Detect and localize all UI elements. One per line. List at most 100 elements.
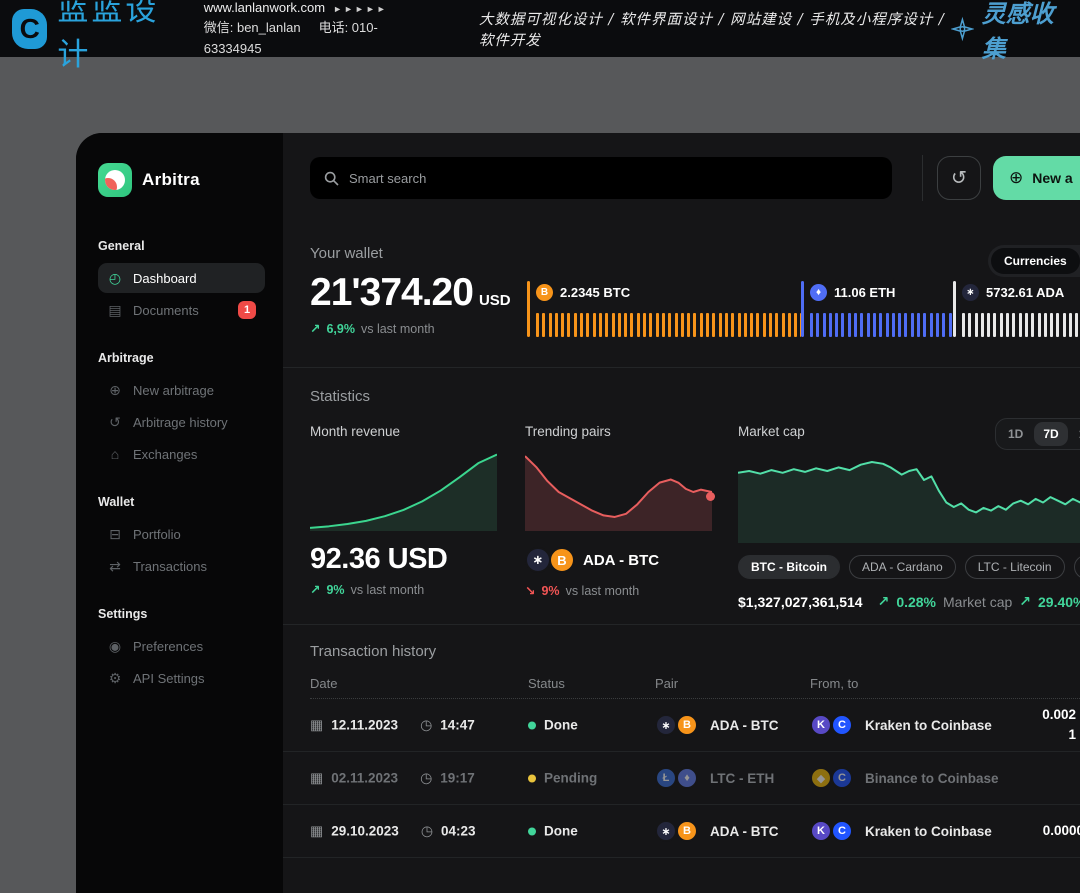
chip-ada[interactable]: ADA - Cardano (849, 555, 956, 579)
history-button[interactable]: ↺ (937, 156, 981, 200)
table-row[interactable]: ▦29.10.2023 ◷04:23 Done ∗BADA - BTC KCKr… (283, 805, 1080, 858)
tx-pair: ∗BADA - BTC (655, 820, 779, 842)
col-status: Status (528, 676, 565, 691)
nav-section: Arbitrage ⊕New arbitrage↺Arbitrage histor… (98, 351, 265, 469)
line-end-dot (706, 492, 715, 501)
coin-icon: C (831, 767, 853, 789)
trending-pairs-label: Trending pairs (525, 424, 712, 439)
sidebar-item-label: Preferences (133, 639, 203, 654)
clock-icon: ◷ (421, 823, 433, 840)
inspiration-collect[interactable]: 灵感收集 (951, 0, 1066, 64)
main-content: Smart search ↺ ⊕ New a Your wallet 21'37… (283, 133, 1080, 893)
sidebar-item-new-arbitrage[interactable]: ⊕New arbitrage (98, 375, 265, 405)
coin-icon: B (676, 820, 698, 842)
status-dot (528, 774, 536, 782)
table-header: Date Status Pair From, to (283, 676, 1080, 698)
toggle-icon: ◉ (107, 638, 123, 655)
new-arbitrage-button[interactable]: ⊕ New a (993, 156, 1080, 200)
statistics-section: Statistics Month revenue 92.36 USD ↗9%vs… (283, 368, 1080, 625)
topbar: Smart search ↺ ⊕ New a (283, 133, 1080, 223)
chip-eth[interactable]: ETH - Ethereu (1074, 555, 1080, 579)
coin-icon: ∗ (655, 820, 677, 842)
topbar-divider (922, 155, 923, 201)
banner-url[interactable]: www.lanlanwork.com (204, 0, 325, 15)
holding-bars (536, 311, 801, 337)
tx-route: ◆CBinance to Coinbase (810, 767, 999, 789)
clock-icon: ◷ (420, 717, 432, 734)
range-1d[interactable]: 1D (999, 422, 1032, 446)
coin-chips: BTC - Bitcoin ADA - Cardano LTC - Litecoin… (738, 555, 1080, 579)
month-revenue-change: 9% (326, 583, 344, 597)
coin-icon: ◆ (810, 767, 832, 789)
down-arrow-icon: ↘ (525, 583, 535, 598)
nav-section-title: General (98, 239, 265, 253)
tx-route: KCKraken to Coinbase (810, 820, 992, 842)
search-placeholder: Smart search (349, 171, 426, 186)
sidebar-item-transactions[interactable]: ⇄Transactions (98, 551, 265, 581)
market-cap-stats: $1,327,027,361,514 ↗0.28%Market cap ↗29.… (738, 593, 1080, 610)
sidebar-item-arbitrage-history[interactable]: ↺Arbitrage history (98, 407, 265, 437)
table-row[interactable]: ▦12.11.2023 ◷14:47 Done ∗BADA - BTC KCKr… (283, 699, 1080, 752)
coin-icon: B (676, 714, 698, 736)
coin-icon: K (810, 714, 832, 736)
wallet-section: Your wallet 21'374.20USD ↗6,9%vs last mo… (283, 223, 1080, 368)
sidebar-item-portfolio[interactable]: ⊟Portfolio (98, 519, 265, 549)
sidebar-item-api-settings[interactable]: ⚙API Settings (98, 663, 265, 693)
tx-route: KCKraken to Coinbase (810, 714, 992, 736)
calendar-icon: ▦ (310, 823, 323, 840)
coin-icon: Ł (655, 767, 677, 789)
btc-coin-icon: B (549, 547, 575, 573)
app-title: Arbitra (142, 170, 200, 190)
ada-coin-icon: ∗ (525, 547, 551, 573)
sidebar-item-preferences[interactable]: ◉ Preferences (98, 631, 265, 661)
holding-amount: 11.06 ETH (834, 285, 895, 300)
plug-icon: ⚙ (107, 670, 123, 687)
tx-date: ▦12.11.2023 ◷14:47 (310, 717, 475, 734)
balance-change: 6,9% (326, 322, 355, 336)
tx-status: Done (528, 718, 578, 733)
sidebar-item-dashboard[interactable]: ◴ Dashboard (98, 263, 265, 293)
nav-section-title: Wallet (98, 495, 265, 509)
coin-icon: B (536, 284, 553, 301)
gauge-icon: ◴ (107, 270, 123, 287)
trending-pair-name: ADA - BTC (583, 552, 659, 569)
banner-services: 大数据可视化设计 / 软件界面设计 / 网站建设 / 手机及小程序设计 / 软件… (479, 8, 951, 50)
nav-section: Wallet ⊟Portfolio⇄Transactions (98, 495, 265, 581)
chip-ltc[interactable]: LTC - Litecoin (965, 555, 1065, 579)
nav-section: General ◴ Dashboard ▤Documents1 (98, 239, 265, 325)
month-revenue-suffix: vs last month (351, 583, 425, 597)
cap-change: 0.28% (896, 594, 936, 610)
wallet-tab-currencies[interactable]: Currencies (991, 248, 1080, 274)
coin-icon: C (831, 820, 853, 842)
collect-label: 灵感收集 (982, 0, 1066, 64)
sidebar-item-documents[interactable]: ▤Documents1 (98, 295, 265, 325)
holding-amount: 2.2345 BTC (560, 285, 630, 300)
banner-contact: www.lanlanwork.com►►►►► 微信: ben_lanlan电话… (204, 0, 425, 59)
sidebar-item-exchanges[interactable]: ⌂Exchanges (98, 439, 265, 469)
col-date: Date (310, 676, 337, 691)
tx-pair: Ł♦LTC - ETH (655, 767, 774, 789)
nav-section: Settings◉Preferences⚙API Settings (98, 607, 265, 693)
holding-eth: ♦ 11.06 ETH (801, 281, 953, 337)
app-brand: Arbitra (98, 163, 265, 197)
tx-status: Pending (528, 771, 597, 786)
range-1m[interactable]: 1M (1070, 422, 1080, 446)
range-tabs: 1D7D1M (995, 418, 1080, 450)
nav-section-title: Arbitrage (98, 351, 265, 365)
statistics-title: Statistics (310, 388, 370, 405)
table-row[interactable]: ▦02.11.2023 ◷19:17 Pending Ł♦LTC - ETH ◆… (283, 752, 1080, 805)
status-dot (528, 827, 536, 835)
banner-wechat: 微信: ben_lanlan (204, 20, 301, 35)
trending-suffix: vs last month (566, 584, 640, 598)
sidebar-item-label: Dashboard (133, 271, 197, 286)
coin-icon: ∗ (655, 714, 677, 736)
range-7d[interactable]: 7D (1034, 422, 1067, 446)
search-input[interactable]: Smart search (310, 157, 892, 199)
wallet-title: Your wallet (310, 245, 383, 262)
new-arbitrage-label: New a (1032, 170, 1072, 186)
calendar-icon: ▦ (310, 717, 323, 734)
balance-currency: USD (479, 292, 511, 309)
market-cap-card: Market cap BTC - BitcoinADA - CardanoLTC… (738, 424, 1080, 610)
history-icon: ↺ (107, 414, 123, 431)
chip-btc[interactable]: BTC - Bitcoin (738, 555, 840, 579)
